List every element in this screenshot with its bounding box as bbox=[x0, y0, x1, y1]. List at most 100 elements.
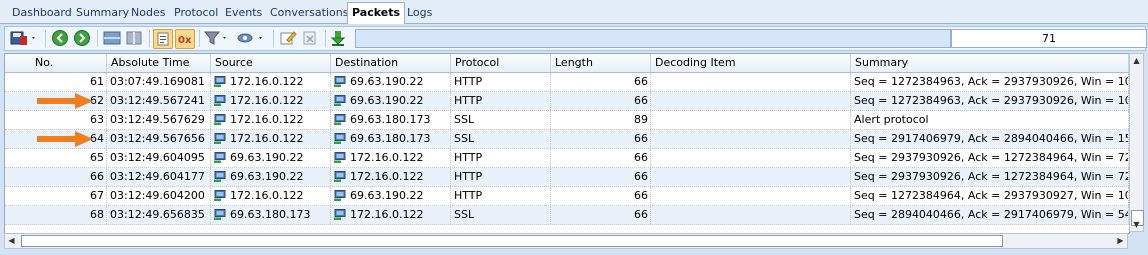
hex-icon[interactable]: 0x bbox=[175, 29, 195, 49]
cell-protocol: SSL bbox=[451, 111, 551, 129]
destination-host-icon bbox=[334, 208, 346, 220]
scroll-up-icon[interactable]: ▲ bbox=[1130, 54, 1143, 67]
back-icon[interactable] bbox=[51, 29, 69, 47]
source-host-icon bbox=[214, 151, 226, 163]
cell-time: 03:12:49.656835 bbox=[107, 206, 211, 224]
cell-destination: 69.63.190.22 bbox=[331, 73, 451, 91]
layout-icon[interactable] bbox=[103, 29, 121, 47]
column-header-summary[interactable]: Summary bbox=[851, 54, 1129, 72]
column-header-length[interactable]: Length bbox=[551, 54, 651, 72]
table-row[interactable]: 61 03:07:49.169081 172.16.0.122 69.63.190.2… bbox=[5, 73, 1129, 92]
destination-host-icon bbox=[334, 94, 346, 106]
forward-icon[interactable] bbox=[73, 29, 91, 47]
table-row[interactable]: 66 03:12:49.604177 69.63.190.22 172.16.0.12… bbox=[5, 168, 1129, 187]
scroll-right-icon[interactable]: ▶ bbox=[1114, 234, 1127, 247]
cell-length: 66 bbox=[551, 130, 651, 148]
column-header-decoding-item[interactable]: Decoding Item bbox=[651, 54, 851, 72]
delete-icon[interactable] bbox=[301, 29, 319, 47]
cell-source: 69.63.190.22 bbox=[211, 168, 331, 186]
tab-protocol[interactable]: Protocol bbox=[170, 4, 222, 22]
column-header-protocol[interactable]: Protocol bbox=[451, 54, 551, 72]
cell-source: 172.16.0.122 bbox=[211, 130, 331, 148]
source-address: 172.16.0.122 bbox=[230, 94, 304, 107]
tab-logs[interactable]: Logs bbox=[403, 4, 436, 22]
tab-packets[interactable]: Packets bbox=[347, 2, 405, 24]
destination-address: 69.63.190.22 bbox=[350, 189, 424, 202]
cell-length: 66 bbox=[551, 187, 651, 205]
scroll-down-icon[interactable]: ▼ bbox=[1130, 218, 1143, 231]
destination-address: 69.63.180.173 bbox=[350, 132, 431, 145]
source-host-icon bbox=[214, 170, 226, 182]
view-tabs: Dashboard Summary Nodes Protocol Events Conve… bbox=[0, 0, 1148, 24]
source-host-icon bbox=[214, 94, 226, 106]
cell-destination: 69.63.180.173 bbox=[331, 130, 451, 148]
cell-destination: 172.16.0.122 bbox=[331, 168, 451, 186]
destination-address: 69.63.190.22 bbox=[350, 75, 424, 88]
packet-count: 71 bbox=[951, 29, 1147, 48]
highlight-arrow-icon bbox=[37, 131, 93, 147]
table-row[interactable]: 67 03:12:49.604200 172.16.0.122 69.63.190.2… bbox=[5, 187, 1129, 206]
column-header-absolute-time[interactable]: Absolute Time bbox=[107, 54, 211, 72]
download-icon[interactable] bbox=[329, 29, 347, 47]
destination-address: 172.16.0.122 bbox=[350, 208, 424, 221]
horizontal-scroll-thumb[interactable] bbox=[21, 235, 1003, 247]
cell-summary: Seq = 2894040466, Ack = 2917406979, Win … bbox=[851, 206, 1129, 224]
vertical-scrollbar[interactable]: ▲ ▼ bbox=[1129, 53, 1144, 232]
highlight-arrow-icon bbox=[37, 93, 93, 109]
tab-conversations[interactable]: Conversations bbox=[266, 4, 352, 22]
cell-destination: 69.63.180.173 bbox=[331, 111, 451, 129]
cell-length: 66 bbox=[551, 92, 651, 110]
cell-decoding bbox=[651, 73, 851, 91]
edit-icon[interactable] bbox=[279, 29, 297, 47]
cell-summary: Seq = 2937930926, Ack = 1272384964, Win … bbox=[851, 168, 1129, 186]
layout-split-icon[interactable] bbox=[125, 29, 143, 47]
packet-grid: No. Absolute Time Source Destination Protoco… bbox=[4, 53, 1130, 234]
destination-host-icon bbox=[334, 132, 346, 144]
cell-no: 63 bbox=[5, 111, 107, 129]
cell-source: 69.63.180.173 bbox=[211, 206, 331, 224]
cell-destination: 172.16.0.122 bbox=[331, 206, 451, 224]
cell-time: 03:12:49.604095 bbox=[107, 149, 211, 167]
tab-events[interactable]: Events bbox=[221, 4, 266, 22]
table-row[interactable]: 64 03:12:49.567656 172.16.0.122 69.63.180.1… bbox=[5, 130, 1129, 149]
goto-icon[interactable] bbox=[237, 29, 267, 47]
source-address: 172.16.0.122 bbox=[230, 113, 304, 126]
cell-decoding bbox=[651, 130, 851, 148]
cell-source: 172.16.0.122 bbox=[211, 111, 331, 129]
column-header-destination[interactable]: Destination bbox=[331, 54, 451, 72]
progress-bar bbox=[355, 29, 951, 48]
filter-icon[interactable] bbox=[203, 29, 231, 47]
cell-destination: 69.63.190.22 bbox=[331, 92, 451, 110]
table-row[interactable]: 62 03:12:49.567241 172.16.0.122 69.63.190.2… bbox=[5, 92, 1129, 111]
scroll-left-icon[interactable]: ◀ bbox=[5, 234, 18, 247]
cell-decoding bbox=[651, 92, 851, 110]
horizontal-scrollbar[interactable]: ◀ ▶ bbox=[4, 233, 1128, 249]
cell-decoding bbox=[651, 206, 851, 224]
cell-no: 66 bbox=[5, 168, 107, 186]
tab-dashboard[interactable]: Dashboard bbox=[8, 4, 76, 22]
source-host-icon bbox=[214, 75, 226, 87]
table-row[interactable]: 63 03:12:49.567629 172.16.0.122 69.63.180.1… bbox=[5, 111, 1129, 130]
tab-nodes[interactable]: Nodes bbox=[127, 4, 169, 22]
column-header-no[interactable]: No. bbox=[5, 54, 107, 72]
table-row[interactable]: 68 03:12:49.656835 69.63.180.173 172.16.0.1… bbox=[5, 206, 1129, 225]
cell-decoding bbox=[651, 168, 851, 186]
destination-address: 69.63.190.22 bbox=[350, 94, 424, 107]
cell-summary: Alert protocol bbox=[851, 111, 1129, 129]
column-header-source[interactable]: Source bbox=[211, 54, 331, 72]
packet-toolbar: 0x 71 bbox=[4, 26, 1147, 51]
cell-protocol: HTTP bbox=[451, 73, 551, 91]
tab-summary[interactable]: Summary bbox=[72, 4, 133, 22]
cell-time: 03:12:49.567656 bbox=[107, 130, 211, 148]
save-menu-icon[interactable] bbox=[9, 29, 39, 47]
source-host-icon bbox=[214, 208, 226, 220]
cell-source: 172.16.0.122 bbox=[211, 73, 331, 91]
cell-length: 66 bbox=[551, 206, 651, 224]
decode-icon[interactable] bbox=[153, 29, 173, 49]
destination-host-icon bbox=[334, 189, 346, 201]
source-host-icon bbox=[214, 132, 226, 144]
table-row[interactable]: 65 03:12:49.604095 69.63.190.22 172.16.0.12… bbox=[5, 149, 1129, 168]
cell-destination: 172.16.0.122 bbox=[331, 149, 451, 167]
cell-time: 03:12:49.567629 bbox=[107, 111, 211, 129]
grid-header: No. Absolute Time Source Destination Protoco… bbox=[5, 54, 1129, 73]
